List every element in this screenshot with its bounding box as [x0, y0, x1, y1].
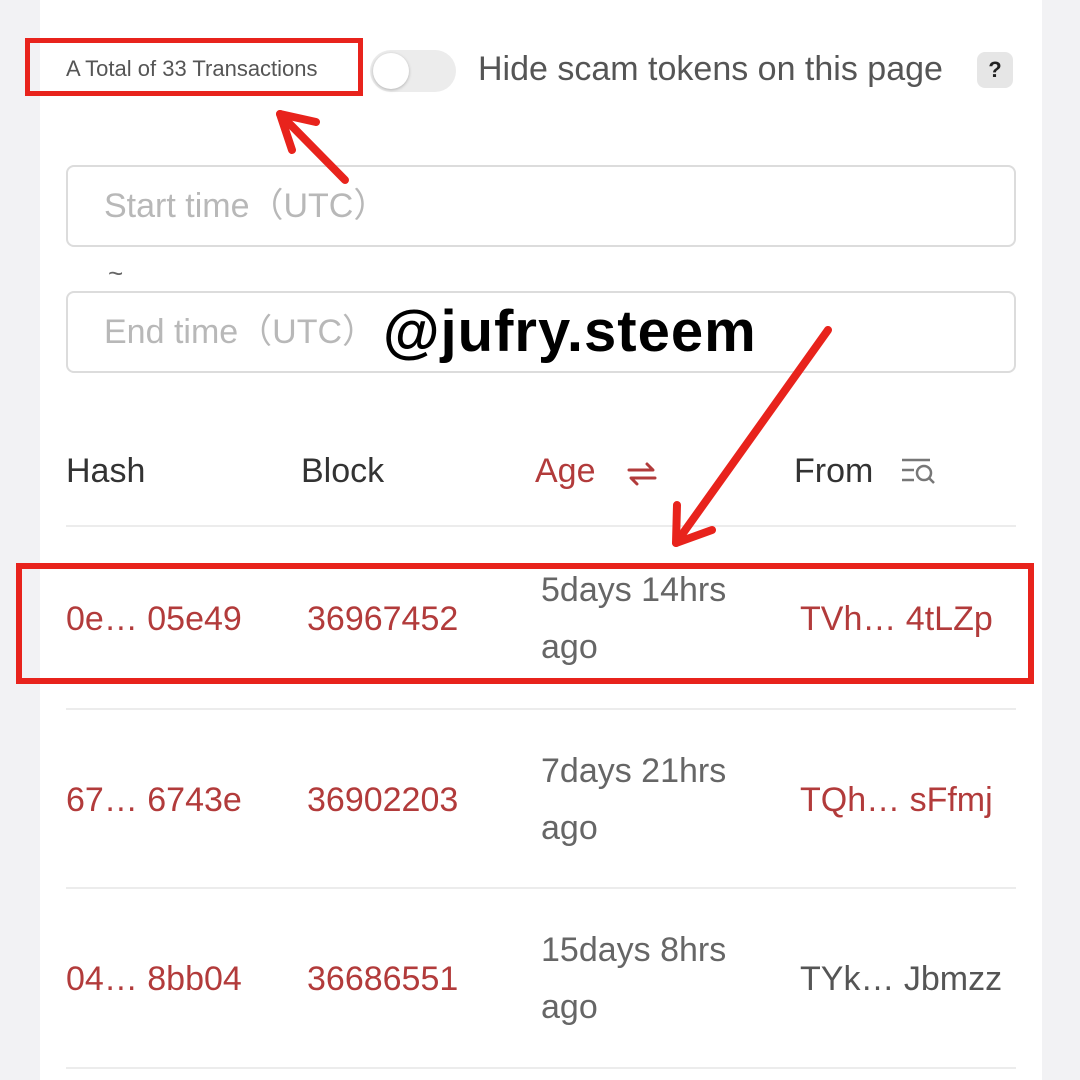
red-arrow-icon: [276, 110, 349, 184]
red-arrow-icon: [672, 326, 832, 547]
annotation-arrows: [276, 110, 832, 547]
